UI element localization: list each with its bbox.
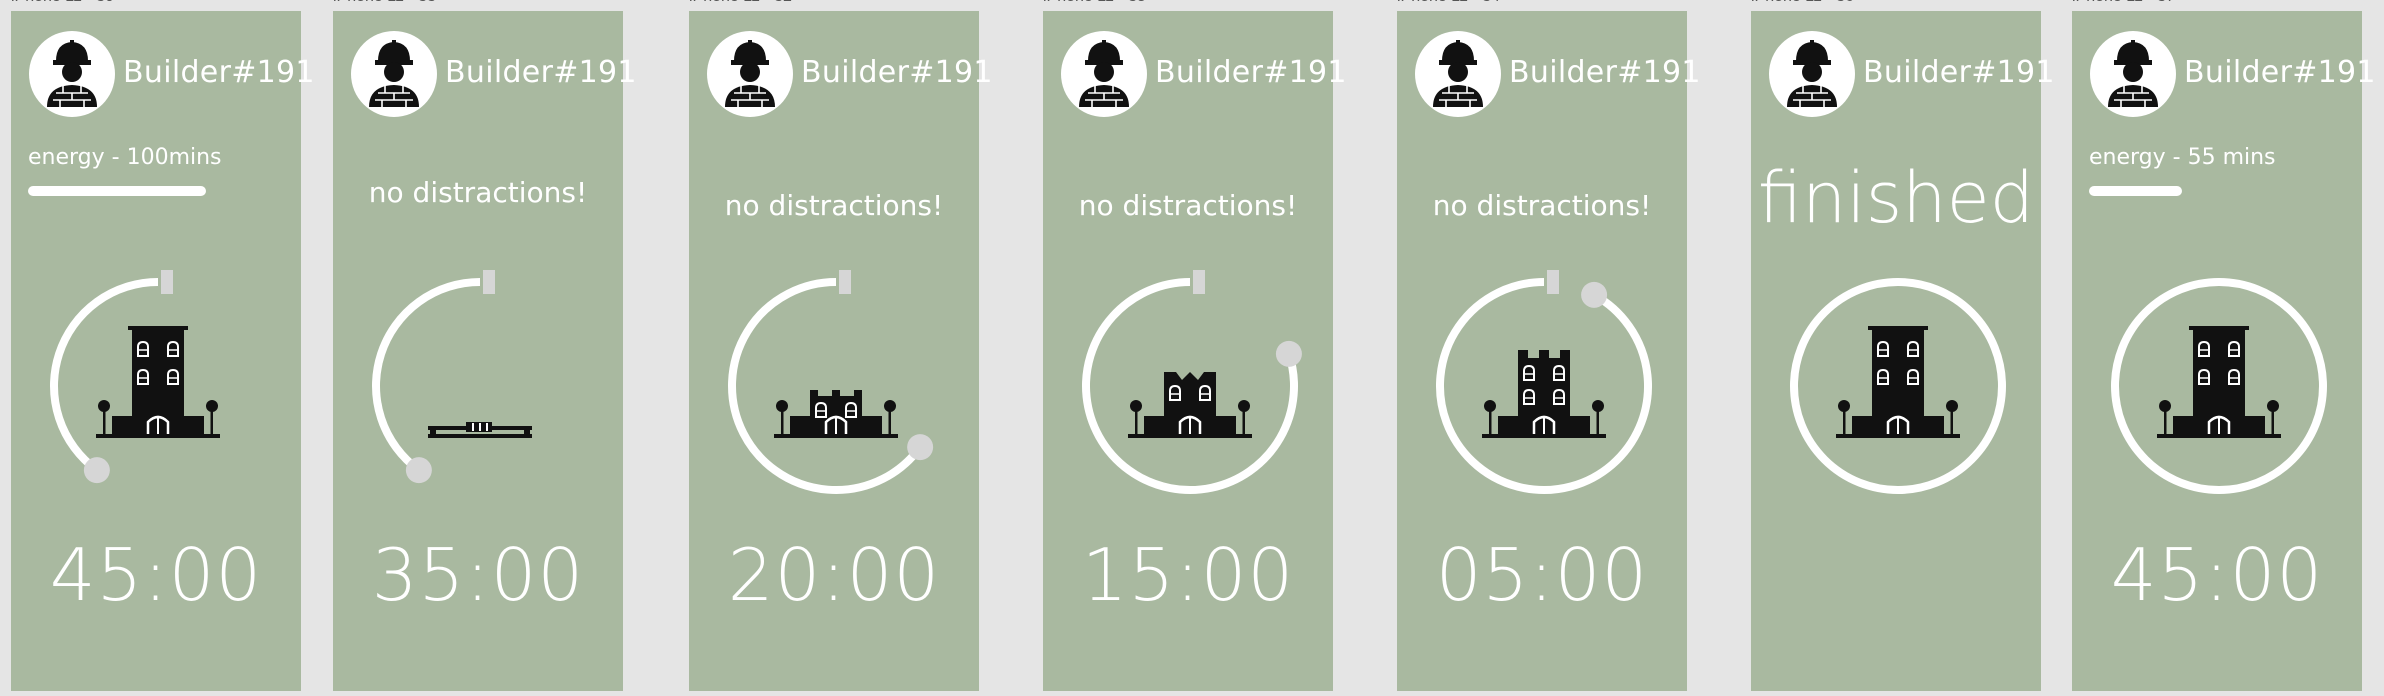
focus-timer-ring bbox=[370, 270, 590, 496]
username: Builder#191 bbox=[1863, 55, 2055, 90]
countdown-timer: 20:00 bbox=[727, 533, 941, 617]
focus-timer-ring bbox=[48, 270, 268, 496]
countdown-timer: 35:00 bbox=[371, 533, 585, 617]
energy-label: energy - 100mins bbox=[28, 145, 222, 170]
frame-label: iPhone 11 - 30 bbox=[11, 0, 114, 6]
countdown-timer: 45:00 bbox=[2110, 533, 2324, 617]
frame-label: iPhone 11 - 33 bbox=[333, 0, 436, 6]
ring-progress-knob[interactable] bbox=[83, 457, 110, 484]
building-icon bbox=[96, 326, 220, 438]
username: Builder#191 bbox=[2184, 55, 2376, 90]
focus-timer-ring bbox=[1788, 276, 2008, 496]
ring-start-marker bbox=[1193, 270, 1205, 294]
status-message: no distractions! bbox=[368, 176, 588, 209]
ring-start-marker bbox=[483, 270, 495, 294]
builder-worker-icon bbox=[369, 40, 419, 107]
username: Builder#191 bbox=[1155, 55, 1347, 90]
avatar[interactable] bbox=[29, 31, 115, 117]
avatar[interactable] bbox=[1415, 31, 1501, 117]
phone-screen: Builder#191 energy - 100mins 45:00 bbox=[11, 11, 314, 691]
ring-progress-knob[interactable] bbox=[405, 457, 432, 484]
phone-screen: Builder#191 finished bbox=[1751, 11, 2054, 691]
ring-progress-knob[interactable] bbox=[1581, 281, 1608, 308]
username: Builder#191 bbox=[801, 55, 993, 90]
avatar[interactable] bbox=[2090, 31, 2176, 117]
energy-label: energy - 55 mins bbox=[2089, 145, 2276, 170]
username: Builder#191 bbox=[445, 55, 637, 90]
countdown-timer: 15:00 bbox=[1081, 533, 1295, 617]
building-icon bbox=[1482, 350, 1606, 438]
avatar[interactable] bbox=[1061, 31, 1147, 117]
frame-label: iPhone 11 - 34 bbox=[1397, 0, 1500, 6]
status-message: no distractions! bbox=[1432, 189, 1652, 222]
builder-worker-icon bbox=[1433, 40, 1483, 107]
phone-screen: Builder#191 no distractions! 35:00 bbox=[333, 11, 636, 691]
energy-bar bbox=[28, 186, 206, 196]
builder-worker-icon bbox=[47, 40, 97, 107]
phone-screen: Builder#191 no distractions! 05:00 bbox=[1397, 11, 1700, 691]
countdown-timer: 05:00 bbox=[1435, 533, 1649, 617]
avatar[interactable] bbox=[351, 31, 437, 117]
username: Builder#191 bbox=[1509, 55, 1701, 90]
builder-worker-icon bbox=[2108, 40, 2158, 107]
building-icon bbox=[1128, 372, 1252, 438]
status-message: no distractions! bbox=[724, 189, 944, 222]
phone-screen: Builder#191 energy - 55 mins 45:00 bbox=[2072, 11, 2375, 691]
frame-label: iPhone 11 - 37 bbox=[2072, 0, 2175, 6]
ring-start-marker bbox=[839, 270, 851, 294]
ring-start-marker bbox=[161, 270, 173, 294]
focus-timer-ring bbox=[2109, 276, 2329, 496]
phone-screen: Builder#191 no distractions! 20:00 bbox=[689, 11, 992, 691]
frame-label: iPhone 11 - 32 bbox=[689, 0, 792, 6]
progress-ring bbox=[372, 270, 495, 484]
building-icon bbox=[2157, 326, 2281, 438]
phone-screen: Builder#191 no distractions! 15:00 bbox=[1043, 11, 1346, 691]
frame-label: iPhone 11 - 36 bbox=[1751, 0, 1854, 6]
builder-worker-icon bbox=[1079, 40, 1129, 107]
focus-timer-ring bbox=[1434, 270, 1654, 496]
energy-bar bbox=[2089, 186, 2182, 196]
progress-ring bbox=[728, 270, 934, 494]
finished-heading: finished bbox=[1757, 157, 2035, 239]
ring-progress-knob[interactable] bbox=[1275, 340, 1302, 367]
builder-worker-icon bbox=[725, 40, 775, 107]
focus-timer-ring bbox=[726, 270, 946, 496]
focus-timer-ring bbox=[1080, 270, 1302, 496]
ring-progress-knob[interactable] bbox=[907, 434, 934, 461]
building-icon bbox=[774, 390, 898, 438]
avatar[interactable] bbox=[707, 31, 793, 117]
frame-label: iPhone 11 - 35 bbox=[1043, 0, 1146, 6]
avatar[interactable] bbox=[1769, 31, 1855, 117]
building-icon bbox=[428, 422, 532, 438]
countdown-timer: 45:00 bbox=[49, 533, 263, 617]
builder-worker-icon bbox=[1787, 40, 1837, 107]
building-icon bbox=[1836, 326, 1960, 438]
status-message: no distractions! bbox=[1078, 189, 1298, 222]
ring-start-marker bbox=[1547, 270, 1559, 294]
username: Builder#191 bbox=[123, 55, 315, 90]
